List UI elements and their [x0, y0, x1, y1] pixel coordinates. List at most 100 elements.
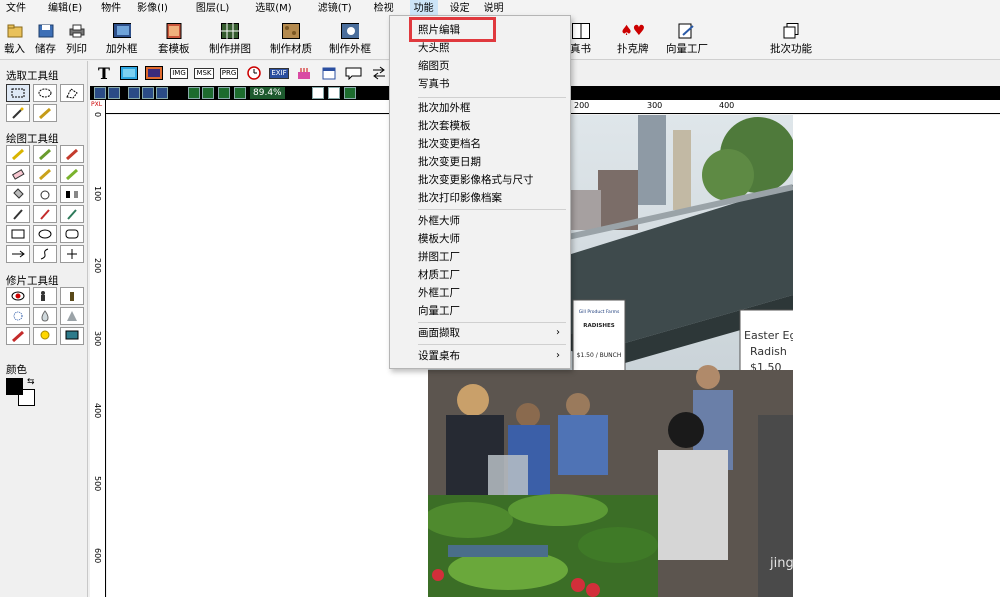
poker-button[interactable]: ♠♥ 扑克牌 [617, 22, 649, 58]
swap-colors-icon[interactable]: ⇆ [27, 377, 35, 387]
menu-item-batch-template[interactable]: 批次套模板 [390, 117, 570, 135]
ruler-top-label: 200 [574, 101, 590, 110]
calendar-icon[interactable] [319, 65, 339, 81]
menu-filter[interactable]: 滤镜(T) [314, 0, 356, 18]
burn-icon[interactable] [60, 307, 84, 325]
menu-layer[interactable]: 图层(L) [192, 0, 233, 18]
prg-layer-button[interactable]: PRG [219, 65, 239, 81]
menu-item-batch-format[interactable]: 批次变更影像格式与尺寸 [390, 171, 570, 189]
copy-icon[interactable] [128, 87, 140, 99]
pointer-icon[interactable] [312, 87, 324, 99]
image-insert-icon[interactable] [119, 65, 139, 81]
red-eye-icon[interactable] [6, 287, 30, 305]
speech-bubble-icon[interactable] [344, 65, 364, 81]
ellipse-select-icon[interactable] [33, 84, 57, 102]
menu-item-collage-factory[interactable]: 拼图工厂 [390, 248, 570, 266]
menu-item-screen-capture-label: 画面撷取 [418, 327, 460, 339]
airbrush-icon[interactable] [60, 145, 84, 163]
mask-layer-button[interactable]: MSK [194, 65, 214, 81]
menu-item-batch-frame[interactable]: 批次加外框 [390, 99, 570, 117]
brush-icon[interactable] [33, 145, 57, 163]
redo-icon[interactable] [108, 87, 120, 99]
clone-icon[interactable] [60, 165, 84, 183]
template-button[interactable]: 套模板 [158, 22, 190, 58]
menu-item-frame-factory[interactable]: 外框工厂 [390, 284, 570, 302]
blur-drop-icon[interactable] [33, 307, 57, 325]
menu-object[interactable]: 物件 [97, 0, 125, 18]
template-label: 套模板 [158, 43, 190, 55]
print-button[interactable]: 列印 [66, 22, 87, 58]
arrow-line-icon[interactable] [6, 245, 30, 263]
menu-item-batch-date[interactable]: 批次变更日期 [390, 153, 570, 171]
make-frame-button[interactable]: 制作外框 [329, 22, 371, 58]
make-material-button[interactable]: 制作材质 [270, 22, 312, 58]
magic-wand-icon[interactable] [6, 104, 30, 122]
lightbulb-icon[interactable] [33, 327, 57, 345]
menu-item-set-wallpaper[interactable]: 设置桌布 › [390, 347, 570, 365]
menu-item-screen-capture[interactable]: 画面撷取 › [390, 324, 570, 342]
menu-file[interactable]: 文件 [2, 0, 30, 18]
watermark-url: jingyan.baidu.com [770, 556, 890, 571]
menu-item-vector-factory[interactable]: 向量工厂 [390, 302, 570, 320]
figure-cut-icon[interactable] [33, 287, 57, 305]
vector-factory-button[interactable]: 向量工厂 [666, 22, 708, 58]
select-brush-icon[interactable] [33, 104, 57, 122]
curve-icon[interactable] [33, 245, 57, 263]
gradient-icon[interactable] [60, 185, 84, 203]
fit-window-icon[interactable] [218, 87, 230, 99]
cake-icon[interactable] [294, 65, 314, 81]
rounded-rect-icon[interactable] [60, 225, 84, 243]
fill-bucket-icon[interactable] [6, 185, 30, 203]
clock-icon[interactable] [244, 65, 264, 81]
rect-select-icon[interactable] [6, 84, 30, 102]
dodge-icon[interactable] [6, 307, 30, 325]
arrows-icon[interactable] [369, 65, 389, 81]
screen-edit-icon[interactable] [60, 327, 84, 345]
menu-item-photo-book[interactable]: 写真书 [390, 75, 570, 93]
menu-image[interactable]: 影像(I) [133, 0, 172, 18]
hand-tool-icon[interactable] [33, 185, 57, 203]
lasso-select-icon[interactable] [60, 84, 84, 102]
menu-item-material-factory[interactable]: 材质工厂 [390, 266, 570, 284]
pan-hand-icon[interactable] [328, 87, 340, 99]
menu-item-batch-rename[interactable]: 批次变更档名 [390, 135, 570, 153]
exif-button[interactable]: EXIF [269, 65, 289, 81]
menu-select[interactable]: 选取(M) [251, 0, 295, 18]
zoom-in-icon[interactable] [188, 87, 200, 99]
paste-icon[interactable] [156, 87, 168, 99]
load-button[interactable]: 载入 [4, 22, 25, 58]
menu-item-batch-print[interactable]: 批次打印影像档案 [390, 189, 570, 207]
writing-book-button[interactable]: 真书 [570, 22, 591, 58]
watermark-brand: Baidu经验 [796, 524, 960, 559]
menu-item-template-master[interactable]: 模板大师 [390, 230, 570, 248]
sharpen-icon[interactable] [60, 287, 84, 305]
menu-item-thumbnail-page[interactable]: 缩图页 [390, 57, 570, 75]
text-tool-icon[interactable]: T [94, 64, 114, 83]
menu-edit[interactable]: 编辑(E) [44, 0, 86, 18]
ellipse-shape-icon[interactable] [33, 225, 57, 243]
save-button[interactable]: 储存 [35, 22, 56, 58]
photo-insert-icon[interactable] [144, 65, 164, 81]
line-pen-icon[interactable] [33, 205, 57, 223]
menu-item-frame-master[interactable]: 外框大师 [390, 212, 570, 230]
smudge-icon[interactable] [33, 165, 57, 183]
foreground-color-swatch[interactable] [6, 378, 23, 395]
img-layer-button[interactable]: IMG [169, 65, 189, 81]
cut-icon[interactable] [142, 87, 154, 99]
move-icon[interactable] [60, 245, 84, 263]
menu-separator [418, 344, 566, 345]
color-brush-icon[interactable] [6, 327, 30, 345]
batch-button[interactable]: 批次功能 [770, 22, 812, 58]
add-icon[interactable] [344, 87, 356, 99]
make-collage-button[interactable]: 制作拼图 [209, 22, 251, 58]
zoom-out-icon[interactable] [202, 87, 214, 99]
pen-icon[interactable] [6, 205, 30, 223]
printer-icon [68, 22, 86, 39]
actual-size-icon[interactable] [234, 87, 246, 99]
add-frame-button[interactable]: 加外框 [106, 22, 138, 58]
pencil-icon[interactable] [6, 145, 30, 163]
rectangle-shape-icon[interactable] [6, 225, 30, 243]
eraser-icon[interactable] [6, 165, 30, 183]
eyedropper-icon[interactable] [60, 205, 84, 223]
undo-icon[interactable] [94, 87, 106, 99]
